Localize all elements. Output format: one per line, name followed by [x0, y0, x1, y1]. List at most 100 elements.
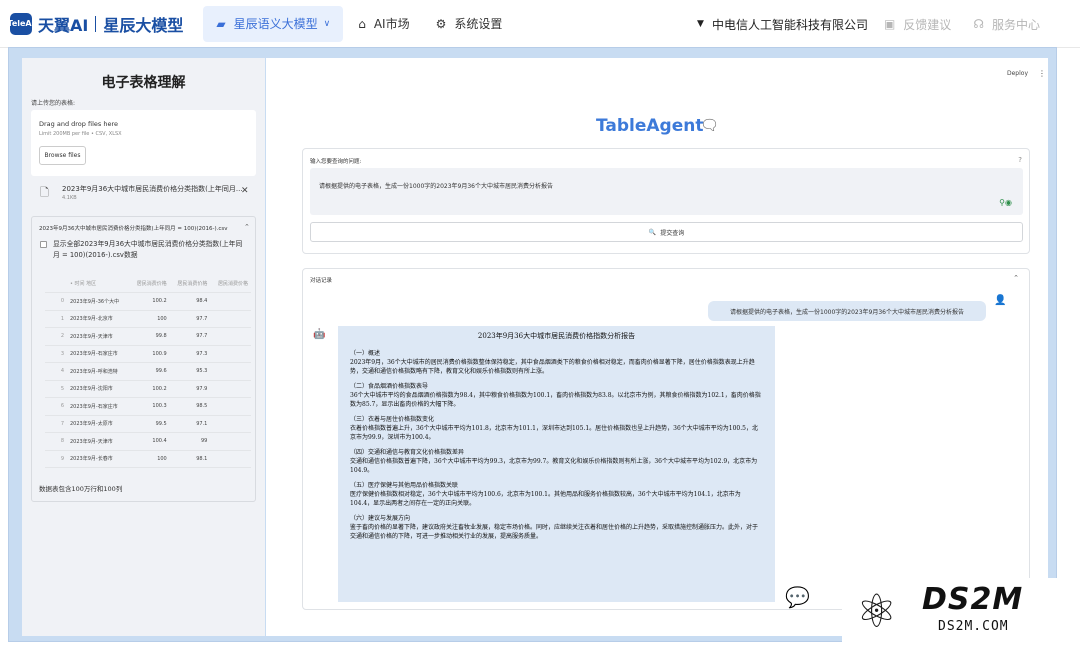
table-cell	[210, 362, 251, 381]
model-name: 星辰大模型	[103, 15, 184, 35]
uploaded-file: 🗋 2023年9月36大中城市居民消费价格分类指数(上年同月... 4.1KB …	[31, 182, 256, 204]
table-cell	[210, 415, 251, 433]
tab-system-settings[interactable]: ⚙ 系统设置	[423, 6, 516, 42]
atom-logo-icon: ⚛	[856, 584, 898, 638]
table-cell: 95.3	[169, 362, 211, 381]
table-cell: 100.9	[129, 345, 170, 363]
report-section-heading: （四）交通和通信与教育文化价格指数差异	[350, 449, 465, 456]
dropzone-title: Drag and drop files here	[39, 120, 118, 128]
table-cell: 2023年9月-石家庄市	[67, 345, 130, 363]
dropzone-limit: Limit 200MB per file • CSV, XLSX	[39, 131, 122, 137]
table-cell: 2023年9月-太原市	[67, 415, 130, 433]
file-dropzone[interactable]: Drag and drop files here Limit 200MB per…	[31, 110, 256, 176]
file-icon: 🗋	[40, 186, 49, 199]
browse-files-button[interactable]: Browse files	[39, 146, 86, 165]
table-cell: 2023年9月-天津市	[67, 327, 130, 346]
column-header[interactable]: 居民消费价格	[169, 275, 211, 293]
table-cell: 99	[169, 432, 211, 451]
table-cell: 100	[129, 450, 170, 468]
table-row: 8 2023年9月-天津市 100.4 99	[45, 432, 251, 451]
table-cell: 2023年9月-石家庄市	[67, 397, 130, 416]
store-icon: ⌂	[358, 16, 366, 31]
semantic-model-icon: ▰	[216, 16, 226, 31]
show-all-label: 显示全部2023年9月36大中城市居民消费价格分类指数(上年同月 = 100)(…	[53, 240, 243, 259]
column-header[interactable]: 居民消费价格	[210, 275, 251, 293]
teleai-logo-icon: TeleAI	[7, 12, 35, 35]
query-label: 输入您要查询的问题:	[310, 159, 362, 165]
table-cell	[210, 450, 251, 468]
table-cell: 97.7	[169, 310, 211, 328]
remove-file-icon[interactable]: ✕	[241, 186, 249, 196]
table-cell: 2023年9月-36个大中	[67, 292, 130, 311]
app-logo[interactable]: TeleAI 天翼AI 星辰大模型	[7, 0, 184, 48]
report-title: 2023年9月36大中城市居民消费价格指数分析报告	[477, 332, 636, 340]
column-header[interactable]: • 时间 地区	[67, 275, 130, 293]
more-menu-icon[interactable]: ⋮	[1038, 69, 1046, 78]
query-input[interactable]: 请根据提供的电子表格，生成一份1000字的2023年9月36个大中城市居民消费分…	[310, 168, 1023, 215]
tab-semantic-model[interactable]: ▰ 星辰语义大模型 ∨	[203, 5, 344, 42]
page-title: TableAgent	[596, 116, 704, 136]
feedback-link[interactable]: ▣ 反馈建议	[884, 16, 951, 33]
table-cell: 4	[45, 362, 67, 381]
table-cell: 97.7	[169, 327, 211, 346]
service-center-link[interactable]: ☊ 服务中心	[973, 16, 1040, 33]
table-row: 9 2023年9月-长春市 100 98.1	[45, 450, 251, 468]
search-icon: 🔍	[648, 228, 657, 236]
table-cell	[210, 292, 251, 311]
user-avatar-icon: 👤	[994, 295, 1007, 306]
column-header[interactable]	[45, 275, 67, 293]
wechat-watermark-icon: 💬	[785, 585, 810, 609]
watermark-site: DS2M.COM	[938, 619, 1009, 634]
gear-icon: ⚙	[435, 16, 447, 31]
feedback-label: 反馈建议	[903, 17, 952, 32]
data-expander: 2023年9月36大中城市居民消费价格分类指数(上年同月 = 100)(2016…	[31, 216, 256, 502]
main-panel: Deploy ⋮ TableAgent 🗨 输入您要查询的问题: ? 请根据提供…	[266, 58, 1048, 636]
table-summary: 数据表包含100万行和100列	[39, 485, 123, 493]
table-cell: 9	[45, 450, 67, 468]
table-cell: 1	[45, 310, 67, 328]
chevron-up-icon[interactable]: ⌃	[1013, 274, 1019, 282]
help-icon[interactable]: ?	[1018, 156, 1022, 164]
report-section-body: 衣着价格指数普遍上升，36个大中城市平均为101.8，北京市为101.1，深圳市…	[350, 425, 758, 441]
chevron-down-icon: ∨	[323, 18, 331, 29]
tab-label: 星辰语义大模型	[233, 17, 318, 31]
table-cell: 99.6	[129, 362, 170, 381]
table-row: 7 2023年9月-太原市 99.5 97.1	[45, 415, 251, 433]
tab-ai-market[interactable]: ⌂ AI市场	[345, 6, 422, 42]
organization-name: 中电信人工智能科技有限公司	[711, 17, 868, 32]
report-section-heading: （五）医疗保健与其他用品价格指数关联	[350, 482, 459, 489]
chevron-up-icon[interactable]: ⌃	[244, 223, 250, 231]
table-cell: 97.1	[169, 415, 211, 433]
query-card: 输入您要查询的问题: ? 请根据提供的电子表格，生成一份1000字的2023年9…	[302, 148, 1030, 254]
submit-query-button[interactable]: 🔍 提交查询	[310, 222, 1023, 242]
table-cell: 2023年9月-呼和浩特	[67, 362, 130, 381]
sidebar: 电子表格理解 请上传您的表格: Drag and drop files here…	[22, 58, 265, 636]
file-name: 2023年9月36大中城市居民消费价格分类指数(上年同月...	[62, 185, 243, 193]
deploy-button[interactable]: Deploy	[1007, 70, 1028, 77]
ds2m-watermark: ⚛ DS2M DS2M.COM	[842, 578, 1080, 647]
table-cell: 99.8	[129, 327, 170, 346]
table-row: 2 2023年9月-天津市 99.8 97.7	[45, 327, 251, 346]
report-section-heading: （六）建议与发展方向	[350, 515, 411, 522]
show-all-checkbox[interactable]	[40, 241, 47, 248]
tab-label: 系统设置	[454, 17, 503, 31]
chat-bubble-icon: 🗨	[700, 116, 720, 134]
report-section-heading: （三）衣着与居住价格指数变化	[350, 416, 435, 423]
column-header[interactable]: 居民消费价格	[129, 275, 170, 293]
organization-selector[interactable]: ▼ 中电信人工智能科技有限公司	[697, 16, 868, 33]
table-row: 6 2023年9月-石家庄市 100.3 98.5	[45, 397, 251, 416]
chat-label: 对话记录	[310, 278, 333, 284]
table-cell	[210, 397, 251, 416]
caret-down-icon: ▼	[697, 19, 704, 29]
assistant-icons[interactable]: ⚲◉	[999, 198, 1012, 207]
logo-divider	[95, 15, 97, 32]
table-cell: 2023年9月-北京市	[67, 310, 130, 328]
table-row: 3 2023年9月-石家庄市 100.9 97.3	[45, 345, 251, 363]
table-cell: 2023年9月-长春市	[67, 450, 130, 468]
report-section-body: 交通和通信价格指数普遍下降，36个大中城市平均为99.3，北京市为99.7。教育…	[350, 458, 758, 474]
table-cell: 2023年9月-沈阳市	[67, 380, 130, 398]
table-cell: 99.5	[129, 415, 170, 433]
expander-header[interactable]: 2023年9月36大中城市居民消费价格分类指数(上年同月 = 100)(2016…	[39, 224, 228, 232]
chat-history: 对话记录 ⌃ 请根据提供的电子表格，生成一份1000字的2023年9月36个大中…	[302, 268, 1030, 610]
bot-avatar-icon: 🤖	[313, 329, 326, 340]
